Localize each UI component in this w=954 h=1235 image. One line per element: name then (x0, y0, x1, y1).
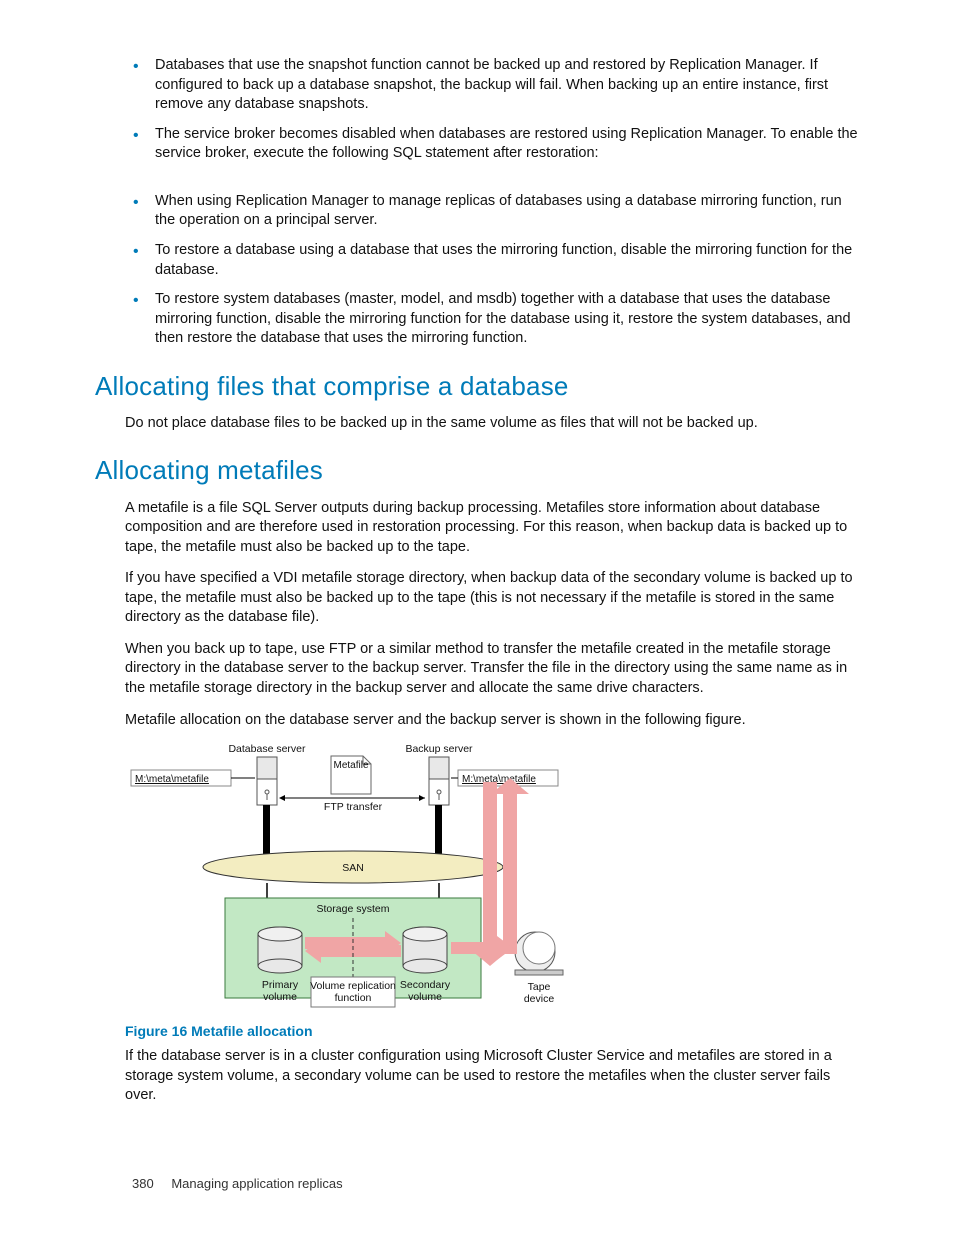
label-pvol2: volume (263, 991, 297, 1003)
label-san: SAN (342, 862, 364, 874)
heading-allocating-metafiles: Allocating metafiles (95, 453, 859, 488)
label-storage: Storage system (317, 903, 390, 915)
list-item: Databases that use the snapshot function… (133, 56, 859, 115)
bullet-text: Databases that use the snapshot function… (155, 57, 828, 112)
list-item: The service broker becomes disabled when… (133, 125, 859, 164)
bullet-text: When using Replication Manager to manage… (155, 193, 842, 229)
server-icon (429, 757, 449, 805)
label-db-server: Database server (228, 743, 306, 755)
page-number: 380 (132, 1176, 154, 1191)
server-icon (257, 757, 277, 805)
diagram-metafile-allocation: Database server Backup server M:\meta\me… (125, 742, 859, 1012)
list-item: To restore system databases (master, mod… (133, 290, 859, 349)
paragraph: Do not place database files to be backed… (125, 414, 859, 434)
label-replication2: function (335, 992, 372, 1004)
bullet-text: To restore system databases (master, mod… (155, 291, 851, 346)
list-item: When using Replication Manager to manage… (133, 192, 859, 231)
heading-allocating-files: Allocating files that comprise a databas… (95, 369, 859, 404)
tape-device-icon (515, 932, 563, 975)
bullet-list-mid: When using Replication Manager to manage… (133, 192, 859, 349)
figure-caption: Figure 16 Metafile allocation (125, 1022, 859, 1041)
page-footer: 380 Managing application replicas (132, 1175, 343, 1193)
paragraph: Metafile allocation on the database serv… (125, 711, 859, 731)
label-metafile: Metafile (333, 760, 368, 771)
list-item: To restore a database using a database t… (133, 241, 859, 280)
svg-text:M:\meta\metafile: M:\meta\metafile (462, 774, 536, 785)
label-svol2: volume (408, 991, 442, 1003)
bullet-list-top: Databases that use the snapshot function… (133, 56, 859, 164)
paragraph: If you have specified a VDI metafile sto… (125, 569, 859, 628)
label-svol: Secondary (400, 979, 451, 991)
svg-text:M:\meta\metafile: M:\meta\metafile (135, 774, 209, 785)
label-pvol: Primary (262, 979, 299, 991)
path-text: M:\meta\metafile (135, 774, 209, 785)
secondary-volume-icon (403, 927, 447, 973)
primary-volume-icon (258, 927, 302, 973)
metafile-icon: Metafile (331, 756, 371, 794)
label-replication: Volume replication (310, 980, 396, 992)
label-ftp: FTP transfer (324, 801, 383, 813)
paragraph: When you back up to tape, use FTP or a s… (125, 640, 859, 699)
label-tape2: device (524, 993, 555, 1005)
label-tape: Tape (528, 981, 551, 993)
paragraph: A metafile is a file SQL Server outputs … (125, 499, 859, 558)
bullet-text: To restore a database using a database t… (155, 242, 852, 278)
paragraph: If the database server is in a cluster c… (125, 1047, 859, 1106)
path-text: M:\meta\metafile (462, 774, 536, 785)
label-backup-server: Backup server (405, 743, 473, 755)
bullet-text: The service broker becomes disabled when… (155, 126, 858, 162)
footer-title: Managing application replicas (171, 1176, 342, 1191)
